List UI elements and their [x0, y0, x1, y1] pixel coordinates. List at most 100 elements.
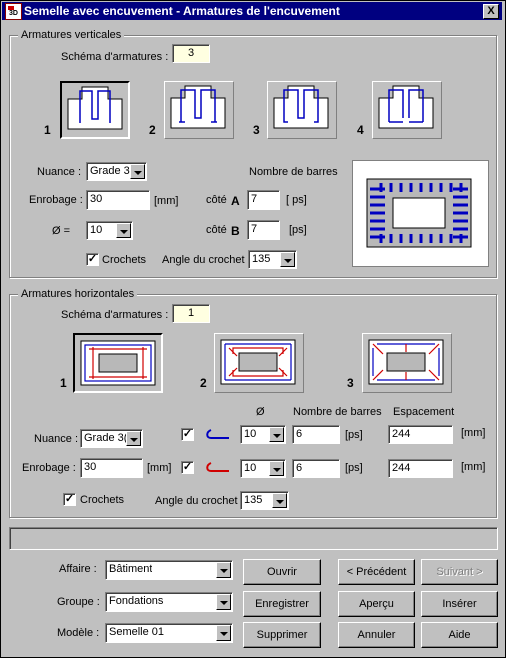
- horiz-schema-2-number: 2: [200, 376, 207, 390]
- apercu-button[interactable]: Aperçu: [338, 591, 415, 617]
- ouvrir-button-label: Ouvrir: [267, 566, 297, 578]
- aide-button[interactable]: Aide: [421, 622, 498, 648]
- title-bar[interactable]: Semelle avec encuvement - Armatures de l…: [2, 2, 502, 20]
- horiz-angle-value: 135: [244, 494, 263, 506]
- horiz-schema-3-number: 3: [347, 376, 354, 390]
- vert-diam-label: Ø =: [52, 225, 71, 237]
- affaire-select[interactable]: Bâtiment: [105, 560, 233, 580]
- chevron-down-icon[interactable]: [216, 625, 231, 641]
- vert-nb-barres-label: Nombre de barres: [249, 166, 338, 178]
- vert-plan-preview: [352, 160, 489, 267]
- chevron-down-icon[interactable]: [130, 164, 145, 179]
- vert-schema-label: Schéma d'armatures :: [61, 51, 169, 63]
- horiz-schema-3-picture[interactable]: [362, 333, 452, 393]
- vert-schema-3-picture[interactable]: [267, 81, 337, 139]
- groupe-select[interactable]: Fondations: [105, 592, 233, 612]
- precedent-button[interactable]: < Précédent: [338, 559, 415, 585]
- chevron-down-icon[interactable]: [216, 594, 231, 610]
- horiz-crochets-checkbox[interactable]: ✓: [63, 493, 76, 506]
- vert-cote-a-input[interactable]: 7: [247, 190, 280, 210]
- horiz-row2-nb-input[interactable]: 6: [292, 459, 340, 478]
- vert-plan-drawing: [366, 178, 472, 248]
- horiz-row1-esp-unit: [mm]: [461, 427, 486, 439]
- horiz-schema-input[interactable]: 1: [172, 304, 210, 323]
- modele-select[interactable]: Semelle 01: [105, 623, 233, 643]
- suivant-button[interactable]: Suivant >: [421, 559, 498, 585]
- horiz-nuance-select[interactable]: Grade 3(: [80, 429, 143, 448]
- annuler-button-label: Annuler: [357, 629, 396, 641]
- vert-angle-value: 135: [252, 253, 271, 265]
- chevron-down-icon[interactable]: [116, 223, 131, 238]
- horiz-schema-3-drawing: [368, 339, 444, 385]
- chevron-down-icon[interactable]: [269, 461, 284, 476]
- vert-cote-a-letter: A: [231, 194, 240, 208]
- vert-cote-b-unit: [ps]: [289, 224, 307, 236]
- vert-enrobage-label: Enrobage :: [29, 194, 83, 206]
- horiz-schema-2-picture[interactable]: [214, 333, 304, 393]
- horiz-angle-select[interactable]: 135: [240, 491, 289, 510]
- vert-schema-3-drawing: [273, 85, 329, 129]
- horiz-row1-esp-input[interactable]: 244: [388, 425, 453, 444]
- vertical-group-label: Armatures verticales: [18, 29, 125, 41]
- chevron-down-icon[interactable]: [269, 427, 284, 442]
- suivant-button-label: Suivant >: [436, 566, 483, 578]
- horiz-row1-diam-value: 10: [244, 428, 257, 440]
- vert-cote-b-label: côté: [206, 224, 227, 236]
- vert-schema-4-picture[interactable]: [372, 81, 442, 139]
- horiz-espacement-header: Espacement: [393, 406, 455, 418]
- vert-nuance-select[interactable]: Grade 3(: [86, 162, 147, 181]
- horiz-row2-diam-value: 10: [244, 462, 257, 474]
- horiz-enrobage-input[interactable]: 30: [80, 458, 143, 478]
- horiz-schema-1-number: 1: [60, 376, 67, 390]
- supprimer-button[interactable]: Supprimer: [243, 622, 321, 648]
- vert-crochets-checkbox[interactable]: ✓: [86, 253, 99, 266]
- vert-schema-1-picture[interactable]: [60, 81, 130, 139]
- vert-schema-2-picture[interactable]: [164, 81, 234, 139]
- affaire-value: Bâtiment: [109, 563, 153, 575]
- close-button[interactable]: X: [483, 4, 499, 19]
- window-title: Semelle avec encuvement - Armatures de l…: [24, 4, 340, 18]
- app-icon: [5, 3, 22, 20]
- modele-value: Semelle 01: [109, 626, 165, 638]
- inserer-button[interactable]: Insérer: [421, 591, 498, 617]
- vert-schema-input[interactable]: 3: [172, 44, 210, 63]
- annuler-button[interactable]: Annuler: [338, 622, 415, 648]
- horiz-diam-header: Ø: [256, 406, 265, 418]
- blue-hook-icon: [206, 429, 229, 439]
- vert-cote-b-input[interactable]: 7: [247, 220, 280, 240]
- vert-angle-select[interactable]: 135: [248, 250, 297, 269]
- inserer-button-label: Insérer: [442, 598, 477, 610]
- horiz-row1-checkbox[interactable]: ✓: [181, 428, 194, 441]
- chevron-down-icon[interactable]: [272, 493, 287, 508]
- horiz-row2-nb-unit: [ps]: [345, 462, 363, 474]
- aide-button-label: Aide: [448, 629, 471, 641]
- ouvrir-button[interactable]: Ouvrir: [243, 559, 321, 585]
- horiz-enrobage-unit: [mm]: [147, 462, 172, 474]
- horiz-angle-label: Angle du crochet: [155, 495, 238, 507]
- horiz-schema-label: Schéma d'armatures :: [61, 309, 169, 321]
- horiz-schema-1-picture[interactable]: [73, 333, 163, 393]
- vert-cote-a-unit: [ ps]: [286, 194, 307, 206]
- chevron-down-icon[interactable]: [126, 431, 141, 446]
- vert-angle-label: Angle du crochet: [162, 254, 245, 266]
- apercu-button-label: Aperçu: [359, 598, 394, 610]
- horiz-row1-diam-select[interactable]: 10: [240, 425, 286, 444]
- vert-crochets-label: Crochets: [102, 254, 147, 266]
- vert-enrobage-input[interactable]: 30: [86, 190, 150, 210]
- horiz-nuance-value: Grade 3(: [84, 432, 128, 444]
- precedent-button-label: < Précédent: [346, 566, 407, 578]
- chevron-down-icon[interactable]: [280, 252, 295, 267]
- vert-cote-a-label: côté: [206, 194, 227, 206]
- horiz-row1-nb-input[interactable]: 6: [292, 425, 340, 444]
- horiz-row2-checkbox[interactable]: ✓: [181, 461, 194, 474]
- horiz-row2-diam-select[interactable]: 10: [240, 459, 286, 478]
- vert-enrobage-unit: [mm]: [154, 195, 179, 207]
- red-hook-icon: [206, 462, 229, 472]
- horizontal-group-label: Armatures horizontales: [18, 288, 138, 300]
- enregistrer-button[interactable]: Enregistrer: [243, 591, 321, 617]
- vert-diam-select[interactable]: 10: [86, 221, 133, 240]
- horiz-crochets-label: Crochets: [80, 494, 125, 506]
- chevron-down-icon[interactable]: [216, 562, 231, 578]
- affaire-label: Affaire :: [59, 563, 97, 575]
- horiz-row2-esp-input[interactable]: 244: [388, 459, 453, 478]
